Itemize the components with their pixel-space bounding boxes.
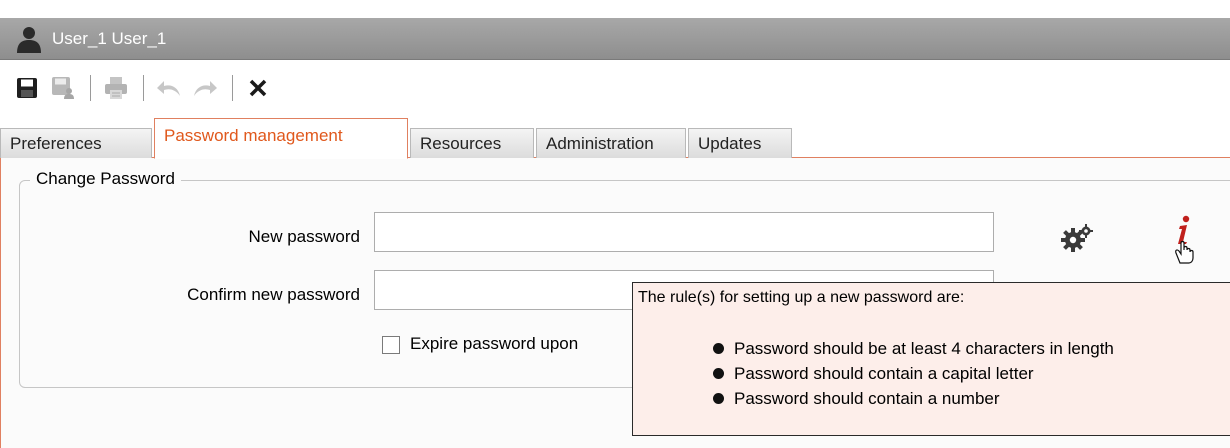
list-item: Password should contain a capital letter	[713, 361, 1114, 386]
rule-text: Password should contain a capital letter	[734, 363, 1034, 383]
save-and-close-button[interactable]	[48, 73, 78, 103]
undo-icon	[157, 81, 180, 96]
toolbar	[0, 61, 1230, 115]
tooltip-title: The rule(s) for setting up a new passwor…	[638, 289, 965, 306]
redo-button[interactable]	[190, 73, 220, 103]
info-icon	[1175, 215, 1194, 264]
window-titlebar: User_1 User_1	[0, 18, 1230, 60]
tab-updates[interactable]: Updates	[688, 128, 792, 158]
change-password-legend: Change Password	[30, 169, 181, 189]
new-password-label: New password	[248, 227, 361, 246]
tab-password-management[interactable]: Password management	[154, 118, 408, 159]
floppy-disk-icon	[17, 78, 37, 98]
printer-icon	[105, 77, 127, 99]
undo-button[interactable]	[154, 73, 184, 103]
generate-password-button[interactable]	[1060, 223, 1096, 253]
list-item: Password should contain a number	[713, 386, 1114, 411]
user-icon	[14, 24, 44, 54]
gears-icon	[1061, 224, 1093, 252]
list-item: Password should be at least 4 characters…	[713, 336, 1114, 361]
rule-text: Password should be at least 4 characters…	[734, 338, 1114, 358]
new-password-input[interactable]	[374, 212, 994, 252]
expire-password-label: Expire password upon	[410, 334, 579, 353]
confirm-password-label: Confirm new password	[187, 285, 360, 304]
close-button[interactable]	[243, 73, 273, 103]
toolbar-separator	[143, 75, 144, 101]
expire-password-checkbox[interactable]	[382, 336, 400, 354]
tab-administration[interactable]: Administration	[536, 128, 686, 158]
toolbar-separator	[90, 75, 91, 101]
bullet-icon	[713, 393, 724, 404]
close-icon	[249, 79, 267, 97]
print-button[interactable]	[101, 73, 131, 103]
floppy-disk-person-icon	[52, 77, 74, 99]
hand-cursor-icon	[1175, 240, 1194, 264]
tab-preferences[interactable]: Preferences	[0, 128, 152, 158]
bullet-icon	[713, 343, 724, 354]
password-rules-tooltip: The rule(s) for setting up a new passwor…	[632, 282, 1230, 436]
redo-icon	[194, 81, 217, 96]
password-rules-info-button[interactable]	[1168, 215, 1198, 265]
toolbar-separator	[232, 75, 233, 101]
save-button[interactable]	[12, 73, 42, 103]
tab-strip: Preferences Password management Resource…	[0, 118, 1230, 159]
tab-resources[interactable]: Resources	[410, 128, 534, 158]
bullet-icon	[713, 368, 724, 379]
rule-text: Password should contain a number	[734, 388, 1000, 408]
window-title: User_1 User_1	[52, 28, 167, 48]
password-rules-list: Password should be at least 4 characters…	[713, 336, 1114, 411]
